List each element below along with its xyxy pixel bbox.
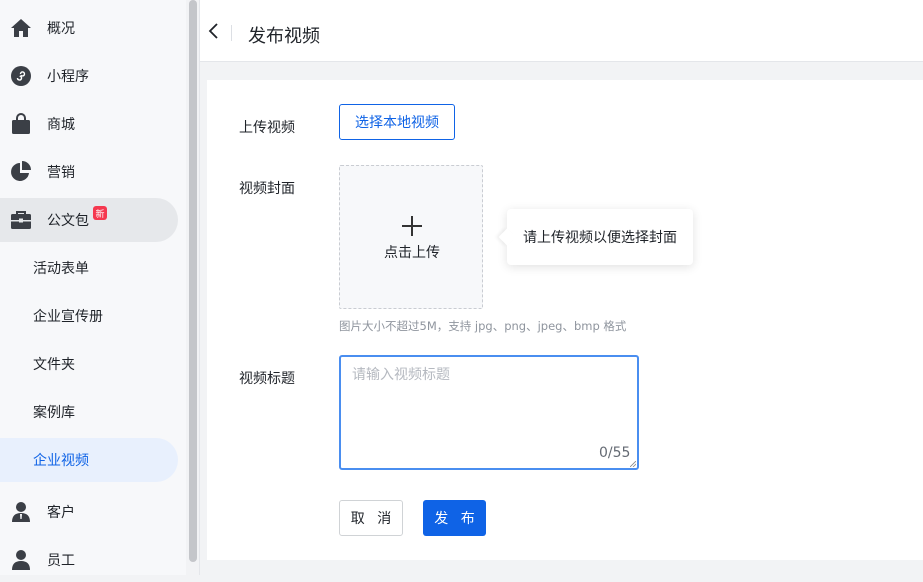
sidebar-item-label: 公文包	[47, 213, 89, 229]
employee-icon	[10, 549, 32, 571]
sidebar-item-enterprise-video[interactable]: 企业视频	[0, 438, 178, 482]
sidebar-item-label: 小程序	[47, 69, 89, 85]
sidebar-item-label: 案例库	[33, 405, 75, 421]
sidebar-item-label: 企业视频	[33, 453, 89, 469]
resize-handle-icon[interactable]	[630, 461, 636, 467]
shopping-bag-icon	[10, 113, 32, 135]
cover-upload-area[interactable]: 点击上传	[339, 165, 483, 309]
sidebar-item-label: 员工	[47, 553, 75, 569]
briefcase-icon	[10, 209, 32, 231]
customer-icon	[10, 501, 32, 523]
header-divider	[231, 25, 232, 41]
plus-icon	[402, 216, 422, 236]
sidebar: 概况 小程序 商城 营销 公文包 新 活动表单 企业宣传册 文件夹 案例库 企业…	[0, 0, 186, 575]
video-title-input[interactable]	[339, 355, 639, 470]
video-cover-label: 视频封面	[239, 181, 295, 197]
pie-chart-icon	[10, 161, 32, 183]
back-button[interactable]	[206, 22, 224, 40]
sidebar-item-briefcase[interactable]: 公文包 新	[0, 198, 178, 242]
mini-program-icon	[10, 65, 32, 87]
home-icon	[10, 17, 32, 39]
publish-button[interactable]: 发 布	[423, 500, 486, 536]
sidebar-item-label: 营销	[47, 165, 75, 181]
sidebar-item-label: 文件夹	[33, 357, 75, 373]
sidebar-item-label: 企业宣传册	[33, 309, 103, 325]
select-local-video-button[interactable]: 选择本地视频	[339, 104, 455, 140]
scrollbar-thumb[interactable]	[189, 0, 197, 562]
sidebar-item-label: 活动表单	[33, 261, 89, 277]
video-title-label: 视频标题	[239, 371, 295, 387]
sidebar-scrollbar[interactable]	[186, 0, 200, 575]
cover-tooltip: 请上传视频以便选择封面	[507, 209, 693, 265]
cancel-button[interactable]: 取 消	[339, 500, 403, 536]
page-title: 发布视频	[248, 26, 320, 47]
chevron-left-icon	[208, 23, 218, 39]
sidebar-item-label: 概况	[47, 21, 75, 37]
upload-text: 点击上传	[384, 245, 440, 261]
sidebar-item-label: 客户	[47, 505, 75, 521]
upload-video-label: 上传视频	[239, 120, 295, 136]
tooltip-text: 请上传视频以便选择封面	[523, 230, 677, 246]
cover-hint: 图片大小不超过5M，支持 jpg、png、jpeg、bmp 格式	[339, 319, 627, 333]
new-badge: 新	[93, 206, 107, 220]
title-char-counter: 0/55	[599, 445, 631, 461]
page-header: 发布视频	[200, 0, 923, 62]
sidebar-item-label: 商城	[47, 117, 75, 133]
